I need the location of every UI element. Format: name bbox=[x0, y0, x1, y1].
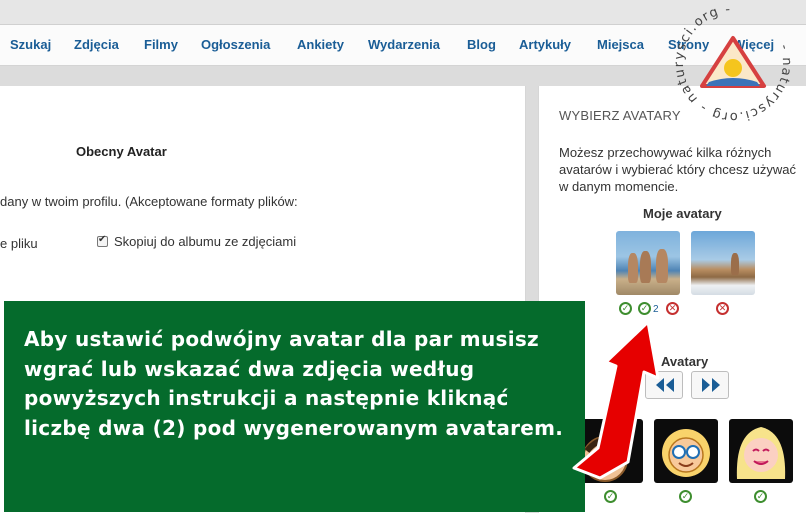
select-preset-avatar-3-button[interactable]: ✓ bbox=[754, 490, 767, 503]
nav-item-ankiety[interactable]: Ankiety bbox=[297, 37, 344, 52]
file-label: e pliku bbox=[0, 236, 38, 251]
naturysci-watermark: - naturysci.org - naturysci.org - bbox=[655, 0, 806, 141]
delete-avatar-2-button[interactable]: ✕ bbox=[716, 302, 729, 315]
choose-avatars-description: Możesz przechowywać kilka różnych avatar… bbox=[559, 145, 796, 194]
prev-avatars-button[interactable] bbox=[645, 371, 683, 399]
nav-item-zdjecia[interactable]: Zdjęcia bbox=[74, 37, 119, 52]
instruction-banner-text: Aby ustawić podwójny avatar dla par musi… bbox=[24, 327, 564, 440]
my-avatar-thumb-1[interactable] bbox=[616, 231, 680, 295]
current-avatar-title: Obecny Avatar bbox=[76, 144, 167, 159]
pair-avatar-number-link[interactable]: 2 bbox=[653, 304, 659, 315]
preset-avatar-3[interactable] bbox=[729, 419, 793, 483]
nav-item-ogloszenia[interactable]: Ogłoszenia bbox=[201, 37, 270, 52]
my-avatar-thumb-2[interactable] bbox=[691, 231, 755, 295]
my-avatars-label: Moje avatary bbox=[643, 206, 722, 221]
select-avatar-1-button[interactable]: ✓ bbox=[619, 302, 632, 315]
delete-avatar-1-button[interactable]: ✕ bbox=[666, 302, 679, 315]
copy-to-album-checkbox[interactable] bbox=[97, 234, 108, 247]
nav-item-filmy[interactable]: Filmy bbox=[144, 37, 178, 52]
nav-item-wydarzenia[interactable]: Wydarzenia bbox=[368, 37, 440, 52]
avatars-label: Avatary bbox=[661, 354, 709, 369]
instruction-banner: Aby ustawić podwójny avatar dla par musi… bbox=[4, 301, 585, 512]
upload-info-text: dany w twoim profilu. (Akceptowane forma… bbox=[0, 194, 298, 209]
nav-item-artykuly[interactable]: Artykuły bbox=[519, 37, 571, 52]
select-preset-avatar-2-button[interactable]: ✓ bbox=[679, 490, 692, 503]
preset-avatar-1[interactable] bbox=[579, 419, 643, 483]
double-chevron-left-icon bbox=[656, 378, 674, 392]
preset-avatar-2[interactable] bbox=[654, 419, 718, 483]
copy-to-album-label: Skopiuj do albumu ze zdjęciami bbox=[114, 234, 297, 249]
choose-avatars-heading: WYBIERZ AVATARY bbox=[559, 108, 681, 123]
nav-item-miejsca[interactable]: Miejsca bbox=[597, 37, 644, 52]
copy-to-album-option[interactable]: Skopiuj do albumu ze zdjęciami bbox=[97, 234, 296, 249]
next-avatars-button[interactable] bbox=[691, 371, 729, 399]
select-pair-avatar-button[interactable]: ✓ bbox=[638, 302, 651, 315]
select-preset-avatar-1-button[interactable]: ✓ bbox=[604, 490, 617, 503]
nav-item-szukaj[interactable]: Szukaj bbox=[10, 37, 51, 52]
double-chevron-right-icon bbox=[702, 378, 720, 392]
nav-item-blog[interactable]: Blog bbox=[467, 37, 496, 52]
